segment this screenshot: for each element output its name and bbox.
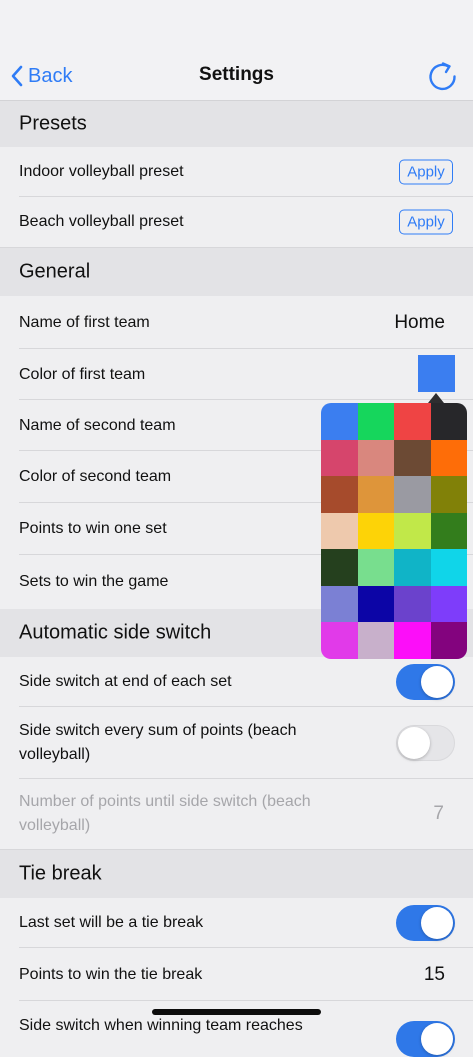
color-swatch-option[interactable] bbox=[394, 476, 431, 513]
second-team-name-label: Name of second team bbox=[19, 416, 176, 434]
section-header-tie-break: Tie break bbox=[0, 850, 473, 898]
last-set-tie-break-label: Last set will be a tie break bbox=[19, 914, 204, 931]
home-indicator bbox=[152, 1009, 321, 1015]
color-swatch-option[interactable] bbox=[321, 476, 358, 513]
points-to-win-set-label: Points to win one set bbox=[19, 520, 167, 537]
switch-end-of-set-label: Side switch at end of each set bbox=[19, 673, 232, 690]
color-swatch-option[interactable] bbox=[394, 403, 431, 440]
color-swatch-option[interactable] bbox=[430, 512, 467, 550]
color-swatch-option[interactable] bbox=[357, 439, 394, 477]
points-until-switch-label: Number of points until side switch (beac… bbox=[19, 793, 311, 834]
tie-break-points-label: Points to win the tie break bbox=[19, 965, 203, 983]
row-tie-break-points[interactable]: Points to win the tie break 15 bbox=[0, 948, 473, 1001]
tie-break-points-value[interactable]: 15 bbox=[424, 964, 445, 986]
color-palette-popover bbox=[321, 403, 467, 659]
switch-sum-points-toggle[interactable] bbox=[396, 725, 455, 761]
indoor-preset-label: Indoor volleyball preset bbox=[19, 163, 184, 180]
section-title: Automatic side switch bbox=[19, 621, 212, 644]
color-swatch-option[interactable] bbox=[321, 439, 358, 477]
color-swatch-option[interactable] bbox=[430, 403, 467, 440]
points-until-switch-value: 7 bbox=[433, 803, 444, 824]
row-switch-end-of-set: Side switch at end of each set bbox=[0, 657, 473, 707]
apply-beach-button[interactable]: Apply bbox=[399, 209, 453, 235]
color-swatch-option[interactable] bbox=[430, 476, 467, 513]
section-header-presets: Presets bbox=[0, 101, 473, 147]
switch-sum-points-label: Side switch every sum of points (beach v… bbox=[19, 722, 297, 763]
color-swatch-option[interactable] bbox=[321, 622, 358, 659]
section-title: Presets bbox=[19, 112, 87, 135]
color-swatch-option[interactable] bbox=[321, 403, 358, 440]
color-swatch-option[interactable] bbox=[321, 549, 358, 586]
row-indoor-preset: Indoor volleyball preset Apply bbox=[0, 147, 473, 197]
first-team-name-value[interactable]: Home bbox=[394, 312, 445, 334]
color-swatch-option[interactable] bbox=[430, 585, 467, 623]
section-title: Tie break bbox=[19, 862, 102, 885]
navigation-bar: Back Settings bbox=[0, 0, 473, 101]
popover-arrow bbox=[428, 393, 444, 403]
color-swatch-option[interactable] bbox=[357, 622, 394, 659]
toggle-knob bbox=[421, 666, 453, 698]
color-swatch-option[interactable] bbox=[430, 439, 467, 477]
switch-end-of-set-toggle[interactable] bbox=[396, 664, 455, 700]
color-swatch-option[interactable] bbox=[321, 512, 358, 550]
color-swatch-option[interactable] bbox=[357, 476, 394, 513]
color-swatch-option[interactable] bbox=[394, 512, 431, 550]
section-header-general: General bbox=[0, 248, 473, 296]
refresh-icon[interactable] bbox=[426, 60, 458, 92]
toggle-knob bbox=[398, 727, 430, 759]
apply-indoor-button[interactable]: Apply bbox=[399, 159, 453, 185]
last-set-tie-break-toggle[interactable] bbox=[396, 905, 455, 941]
section-title: General bbox=[19, 260, 91, 283]
color-swatch-option[interactable] bbox=[394, 439, 431, 477]
sets-to-win-game-label: Sets to win the game bbox=[19, 573, 169, 590]
color-swatch-option[interactable] bbox=[430, 622, 467, 659]
color-swatch-option[interactable] bbox=[357, 512, 394, 550]
color-swatch-option[interactable] bbox=[394, 585, 431, 623]
page-title: Settings bbox=[199, 64, 274, 85]
first-team-color-swatch[interactable] bbox=[418, 355, 455, 392]
row-beach-preset: Beach volleyball preset Apply bbox=[0, 197, 473, 248]
color-swatch-option[interactable] bbox=[430, 549, 467, 586]
tie-break-switch-toggle[interactable] bbox=[396, 1021, 455, 1057]
first-team-color-label: Color of first team bbox=[19, 365, 146, 383]
row-first-team-color[interactable]: Color of first team bbox=[0, 349, 473, 400]
beach-preset-label: Beach volleyball preset bbox=[19, 213, 184, 230]
first-team-name-label: Name of first team bbox=[19, 313, 150, 331]
toggle-knob bbox=[421, 907, 453, 939]
row-first-team-name[interactable]: Name of first team Home bbox=[0, 296, 473, 349]
color-swatch-option[interactable] bbox=[357, 585, 394, 623]
row-switch-sum-points: Side switch every sum of points (beach v… bbox=[0, 707, 473, 779]
toggle-knob bbox=[421, 1023, 453, 1055]
row-points-until-switch: Number of points until side switch (beac… bbox=[0, 779, 473, 850]
color-swatch-option[interactable] bbox=[357, 549, 394, 586]
tie-break-switch-label: Side switch when winning team reaches bbox=[19, 1017, 303, 1034]
color-swatch-option[interactable] bbox=[394, 622, 431, 659]
color-swatch-option[interactable] bbox=[321, 585, 358, 623]
color-swatch-option[interactable] bbox=[357, 403, 394, 440]
second-team-color-label: Color of second team bbox=[19, 468, 172, 485]
color-swatch-option[interactable] bbox=[394, 549, 431, 586]
row-last-set-tie-break: Last set will be a tie break bbox=[0, 898, 473, 948]
